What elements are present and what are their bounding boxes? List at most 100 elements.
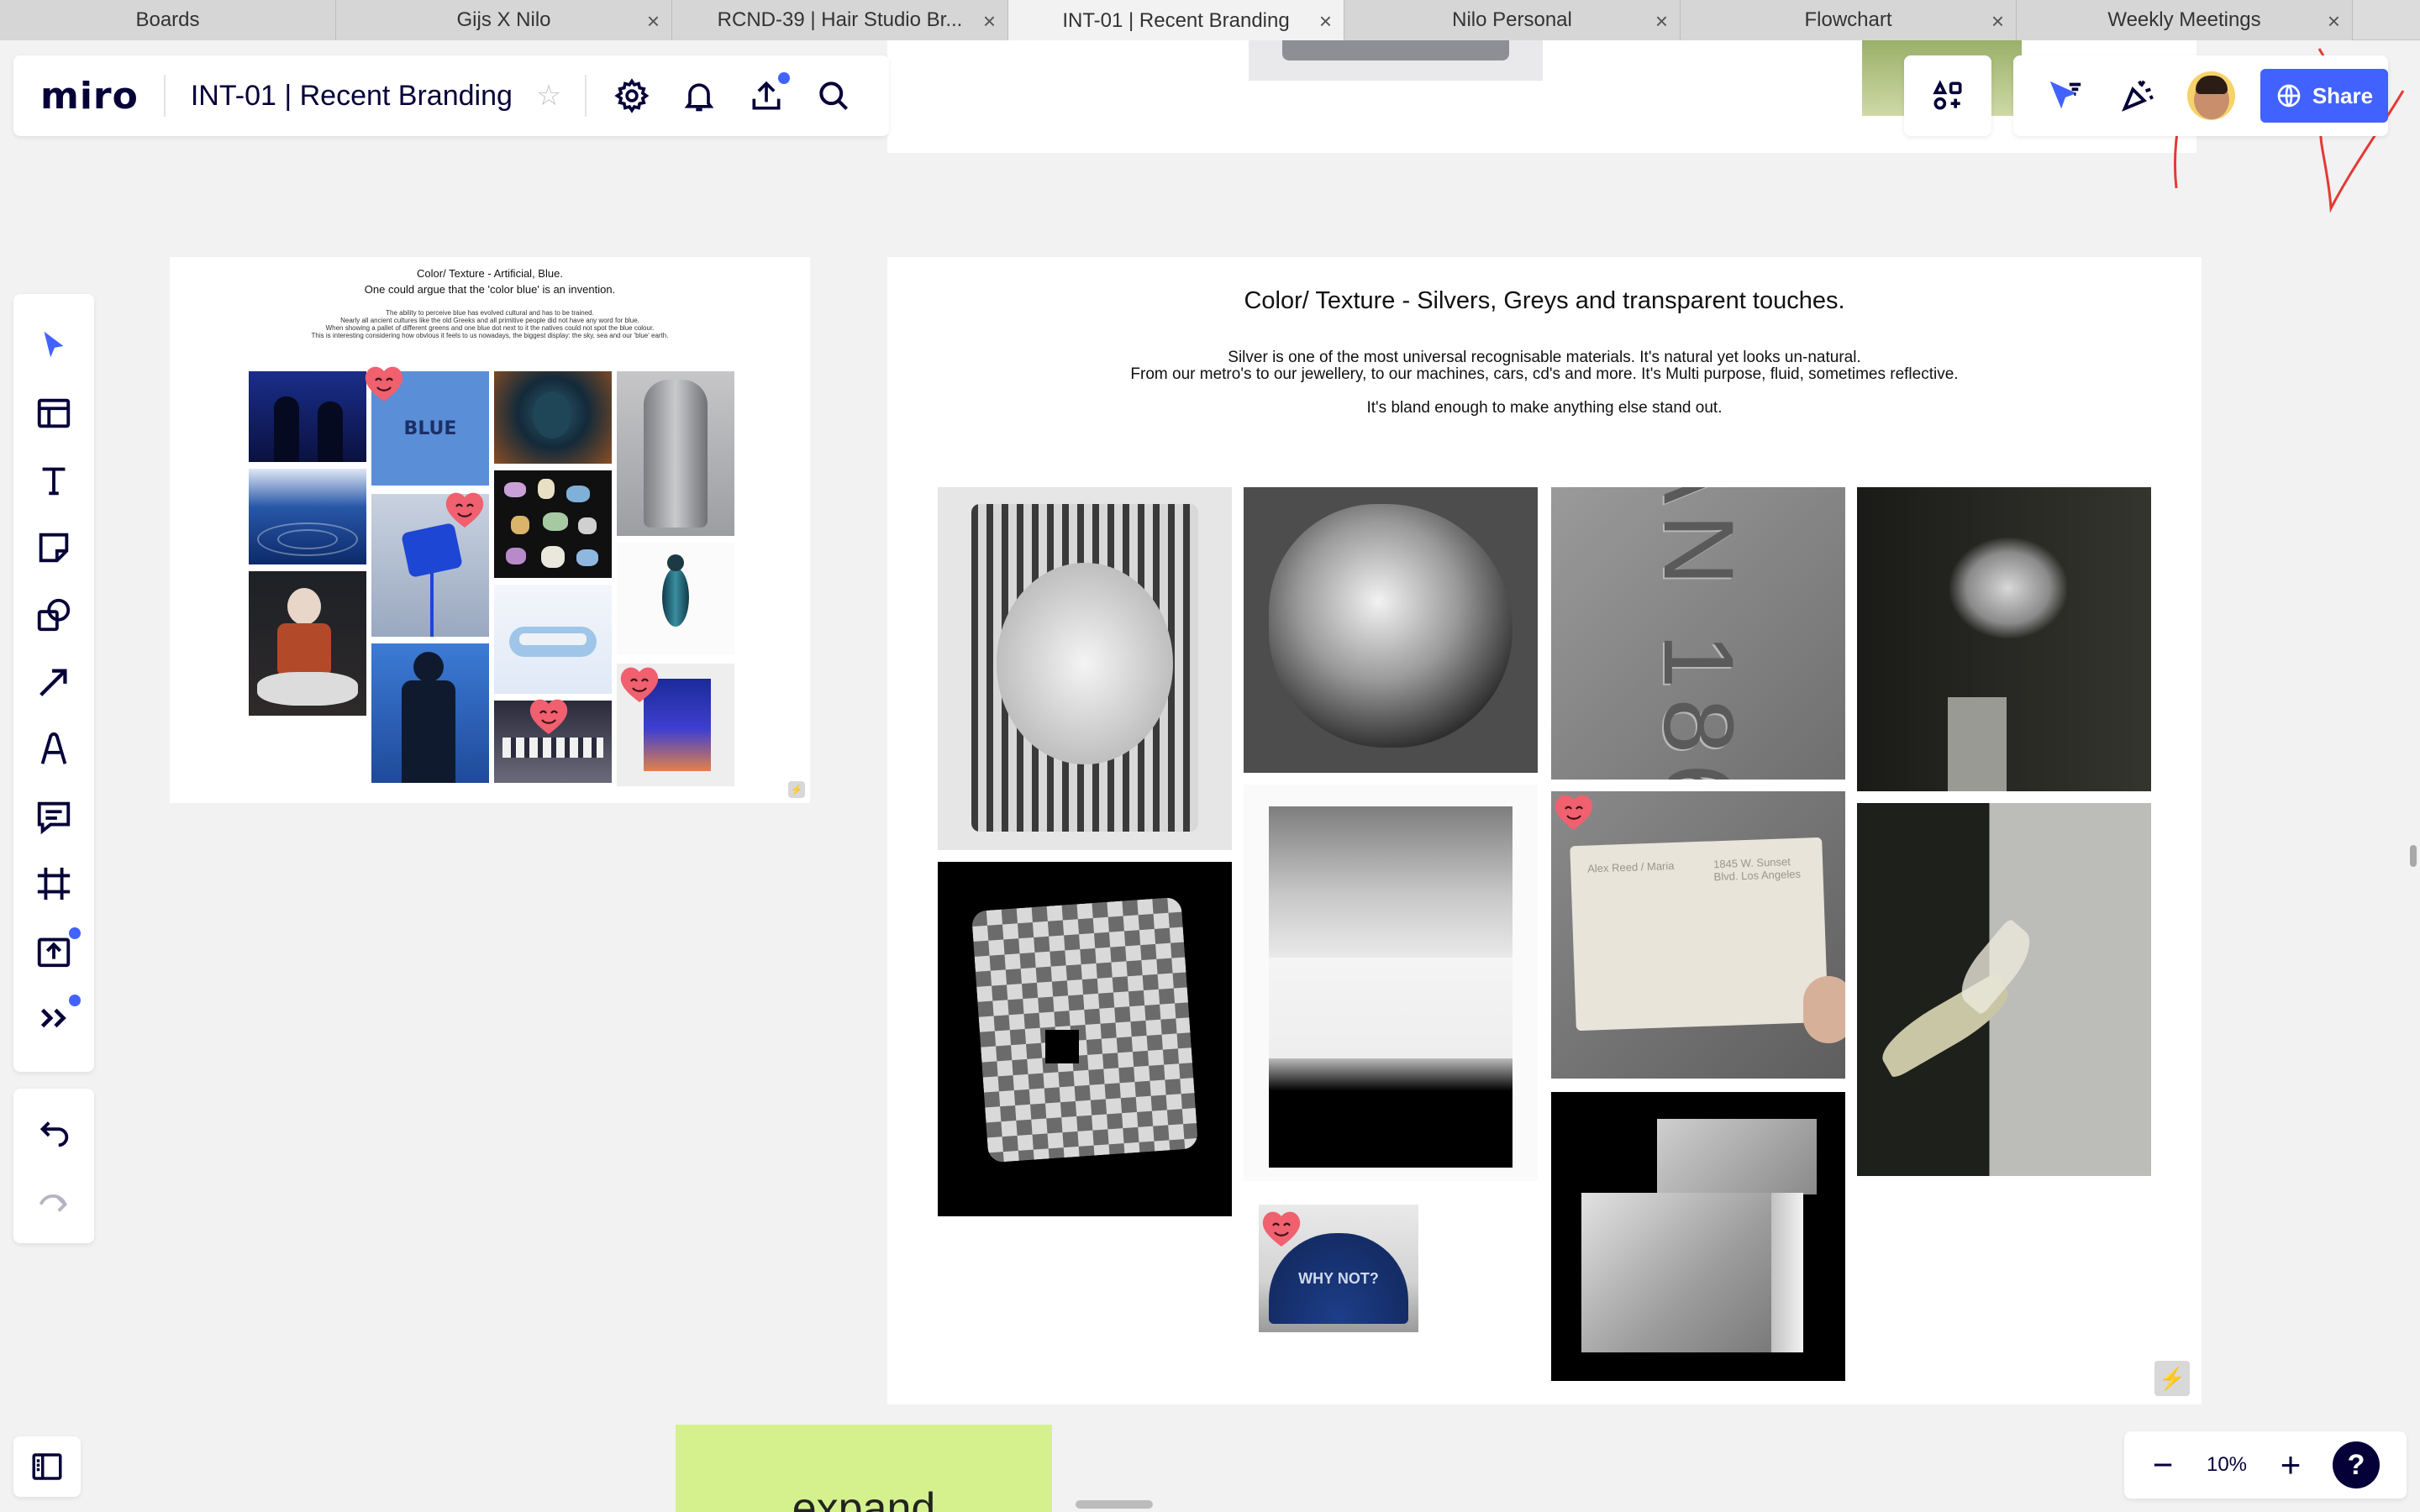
figure-head (413, 652, 444, 682)
pen-icon[interactable] (32, 727, 76, 771)
frame-icon[interactable] (32, 862, 76, 906)
settings-icon[interactable] (610, 74, 654, 118)
canvas-image[interactable] (938, 862, 1232, 1216)
heart-reaction-icon[interactable] (526, 696, 571, 738)
sticky-note[interactable]: expand (676, 1425, 1052, 1512)
canvas-image[interactable] (1244, 487, 1538, 773)
upload-icon[interactable] (744, 72, 791, 118)
tab-label: Flowchart (1804, 8, 1892, 31)
board-panel-button[interactable] (13, 1436, 81, 1497)
canvas-image[interactable] (1244, 785, 1538, 1181)
canvas-image[interactable] (494, 585, 612, 694)
tab-label: INT-01 | Recent Branding (1062, 8, 1290, 32)
canvas-image[interactable] (1249, 40, 1543, 81)
comment-icon[interactable] (32, 795, 76, 838)
heart-reaction-icon[interactable] (617, 664, 662, 706)
vertical-scrollbar[interactable] (2410, 845, 2417, 867)
foil-gap (1045, 1030, 1079, 1063)
canvas-image[interactable]: AN 186 (1551, 487, 1845, 780)
silver-body-line: From our metro's to our jewellery, to ou… (1130, 365, 1959, 383)
canvas-image[interactable] (371, 643, 489, 783)
miro-logo[interactable]: miro (40, 75, 139, 118)
browser-tab-strip: Boards Gijs X Nilo × RCND-39 | Hair Studi… (0, 0, 2420, 41)
celebrate-icon[interactable] (2117, 74, 2160, 118)
canvas-image[interactable] (494, 470, 612, 578)
frame-silver-moodboard[interactable]: Color/ Texture - Silvers, Greys and tran… (887, 257, 2202, 1404)
silver-fabric (1269, 806, 1512, 958)
canvas-image[interactable] (617, 543, 734, 655)
canvas-image[interactable] (1857, 803, 2151, 1176)
hand (1803, 976, 1845, 1043)
star-icon[interactable]: ☆ (536, 79, 561, 113)
heart-reaction-icon[interactable] (1259, 1208, 1304, 1250)
blue-title-line: One could argue that the 'color blue' is… (364, 283, 616, 296)
metal-block-top (1657, 1119, 1817, 1194)
tab-label: Weekly Meetings (2107, 8, 2261, 31)
canvas-image[interactable]: Alex Reed / Maria 1845 W. Sunset Blvd. L… (1551, 791, 1845, 1079)
canvas-image[interactable] (1857, 487, 2151, 791)
notification-dot (69, 995, 81, 1006)
zoom-out-button[interactable]: − (2138, 1440, 2188, 1490)
heart-reaction-icon[interactable] (1551, 791, 1597, 833)
close-icon[interactable]: × (983, 8, 996, 34)
zoom-in-button[interactable]: + (2265, 1440, 2316, 1490)
bell-icon[interactable] (677, 74, 721, 118)
tab-weekly-meetings[interactable]: Weekly Meetings × (2017, 0, 2353, 40)
tab-int-01[interactable]: INT-01 | Recent Branding × (1008, 0, 1344, 41)
canvas-image[interactable] (938, 487, 1232, 850)
tab-nilo-personal[interactable]: Nilo Personal × (1344, 0, 1681, 40)
frame-corner-icon[interactable]: ⚡ (2154, 1361, 2190, 1396)
upload-tool-icon[interactable] (32, 927, 81, 973)
figure-body (402, 680, 455, 783)
globe-icon (2277, 84, 2301, 108)
gem (541, 546, 565, 568)
close-icon[interactable]: × (2328, 8, 2340, 34)
frame-corner-icon[interactable]: ⚡ (788, 781, 805, 798)
tab-rcnd-39[interactable]: RCND-39 | Hair Studio Br... × (672, 0, 1008, 40)
heart-reaction-icon[interactable] (361, 363, 407, 405)
card-text: Alex Reed / Maria (1586, 858, 1675, 875)
redo-icon[interactable] (32, 1179, 76, 1223)
close-icon[interactable]: × (647, 8, 660, 34)
canvas-image[interactable] (249, 571, 366, 716)
zoom-level[interactable]: 10% (2188, 1453, 2265, 1477)
connection-line-icon[interactable] (32, 660, 76, 704)
select-tool-icon[interactable] (32, 324, 76, 368)
cursor-filter-icon[interactable] (2044, 74, 2086, 118)
close-icon[interactable]: × (1319, 8, 1332, 34)
avatar[interactable] (2187, 71, 2235, 120)
sticky-note-icon[interactable] (32, 526, 76, 570)
canvas-image[interactable] (249, 371, 366, 462)
blue-board-body: The ability to perceive blue has evolved… (170, 309, 810, 339)
templates-icon[interactable] (32, 391, 76, 435)
close-icon[interactable]: × (1991, 8, 2004, 34)
canvas-image[interactable] (1551, 1092, 1845, 1381)
canvas-image-detail (1282, 40, 1509, 60)
canvas-image[interactable] (617, 371, 734, 536)
gem (506, 548, 526, 564)
blue-card-text: BLUE (403, 417, 457, 439)
tab-gijs-x-nilo[interactable]: Gijs X Nilo × (336, 0, 672, 40)
tab-boards[interactable]: Boards (0, 0, 336, 40)
text-tool-icon[interactable] (32, 459, 76, 502)
creation-toolbar (13, 294, 94, 1072)
apps-button[interactable] (1904, 55, 1991, 136)
tab-flowchart[interactable]: Flowchart × (1681, 0, 2017, 40)
canvas-frame-top[interactable] (887, 40, 2196, 153)
help-button[interactable]: ? (2333, 1441, 2380, 1488)
board-title[interactable]: INT-01 | Recent Branding (191, 80, 513, 113)
blue-body-line: The ability to perceive blue has evolved… (386, 309, 594, 317)
tab-label: Gijs X Nilo (456, 8, 551, 31)
search-icon[interactable] (812, 74, 855, 118)
heart-reaction-icon[interactable] (442, 489, 487, 531)
undo-icon[interactable] (32, 1110, 76, 1154)
frame-blue-moodboard[interactable]: Color/ Texture - Artificial, Blue. One c… (170, 257, 810, 803)
shapes-icon[interactable] (32, 593, 76, 637)
canvas-image[interactable] (249, 469, 366, 564)
horizontal-scrollbar[interactable] (1076, 1500, 1153, 1509)
close-icon[interactable]: × (1655, 8, 1668, 34)
canvas-image[interactable] (494, 371, 612, 464)
share-button[interactable]: Share (2260, 69, 2388, 123)
more-tools-icon[interactable] (32, 995, 81, 1040)
share-label: Share (2312, 82, 2374, 108)
